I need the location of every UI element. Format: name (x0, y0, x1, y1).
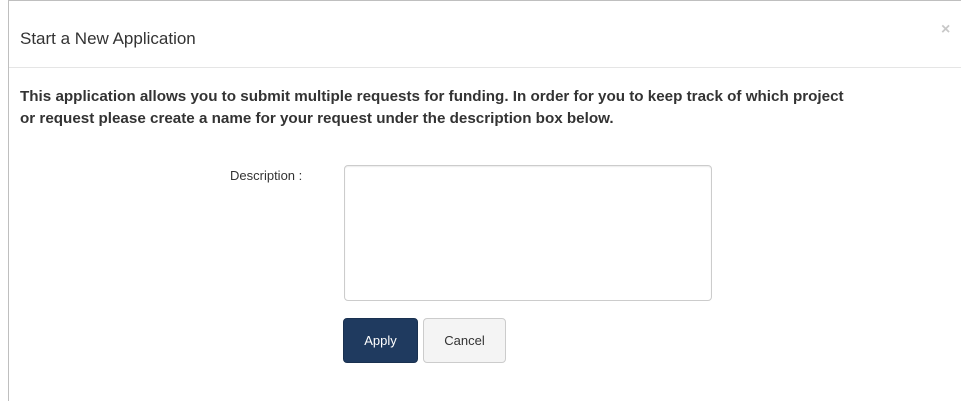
description-textarea[interactable] (344, 165, 712, 301)
modal-title: Start a New Application (20, 29, 196, 48)
intro-text: This application allows you to submit mu… (20, 86, 961, 130)
apply-button[interactable]: Apply (343, 318, 418, 363)
cancel-button[interactable]: Cancel (423, 318, 506, 363)
modal-header: Start a New Application × (9, 1, 961, 68)
description-label: Description : (230, 168, 303, 183)
intro-line-2: or request please create a name for your… (20, 110, 614, 127)
intro-line-1: This application allows you to submit mu… (20, 88, 844, 105)
new-application-modal: Start a New Application × This applicati… (8, 0, 961, 401)
close-icon[interactable]: × (941, 21, 950, 39)
